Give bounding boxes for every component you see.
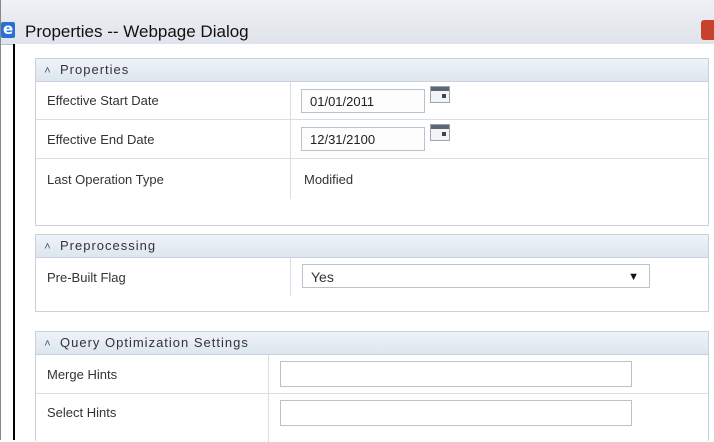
column-divider <box>290 120 291 158</box>
column-divider <box>290 159 291 199</box>
query-optimization-panel: ˄ Query Optimization Settings Merge Hints… <box>35 331 709 442</box>
pre-built-flag-select[interactable]: Yes ▼ <box>302 264 650 288</box>
double-chevron-up-icon[interactable]: ˄ <box>36 236 60 258</box>
column-divider <box>290 82 291 119</box>
chevron-down-icon[interactable]: ▼ <box>628 265 639 289</box>
title-bar[interactable]: Properties -- Webpage Dialog <box>1 0 714 45</box>
column-divider <box>290 258 291 296</box>
preprocessing-panel: ˄ Preprocessing Pre-Built Flag Yes ▼ <box>35 234 709 312</box>
properties-dialog: Properties -- Webpage Dialog ˄Properties… <box>0 0 714 442</box>
last-operation-type-label: Last Operation Type <box>47 171 164 187</box>
column-divider <box>268 355 269 393</box>
merge-hints-label: Merge Hints <box>47 366 118 382</box>
pre-built-flag-label: Pre-Built Flag <box>47 269 126 285</box>
close-button[interactable] <box>701 20 714 40</box>
calendar-icon[interactable] <box>430 86 450 103</box>
preprocessing-panel-header[interactable]: ˄ Preprocessing <box>36 235 708 258</box>
select-hints-row: Select Hints <box>36 394 708 442</box>
select-hints-label: Select Hints <box>47 404 117 420</box>
select-hints-input[interactable] <box>280 400 632 426</box>
calendar-icon[interactable] <box>430 124 450 141</box>
last-operation-type-row: Last Operation Type Modified <box>36 159 708 199</box>
effective-start-date-row: Effective Start Date 01/01/2011 <box>36 82 708 120</box>
panel-title: Properties <box>60 62 130 77</box>
effective-end-date-row: Effective End Date 12/31/2100 <box>36 120 708 159</box>
effective-end-date-label: Effective End Date <box>47 131 155 147</box>
ie-icon <box>1 20 15 38</box>
panel-title: Preprocessing <box>60 238 157 253</box>
effective-start-date-input[interactable]: 01/01/2011 <box>301 89 425 113</box>
effective-start-date-label: Effective Start Date <box>47 93 159 108</box>
properties-panel-header[interactable]: ˄ Properties <box>36 59 708 82</box>
panel-title: Query Optimization Settings <box>60 335 249 350</box>
effective-end-date-input[interactable]: 12/31/2100 <box>301 127 425 151</box>
double-chevron-up-icon[interactable]: ˄ <box>36 60 60 82</box>
column-divider <box>268 394 269 442</box>
merge-hints-input[interactable] <box>280 361 632 387</box>
properties-panel: ˄ Properties Effective Start Date 01/01/2… <box>35 58 709 226</box>
window-title: Properties -- Webpage Dialog <box>25 22 249 41</box>
dialog-content: ˄ Properties Effective Start Date 01/01/2… <box>15 44 714 442</box>
pre-built-flag-value: Yes <box>311 269 334 285</box>
query-optimization-panel-header[interactable]: ˄ Query Optimization Settings <box>36 332 708 355</box>
last-operation-type-value: Modified <box>304 171 354 187</box>
merge-hints-row: Merge Hints <box>36 355 708 394</box>
pre-built-flag-row: Pre-Built Flag Yes ▼ <box>36 258 708 296</box>
double-chevron-up-icon[interactable]: ˄ <box>36 333 60 355</box>
